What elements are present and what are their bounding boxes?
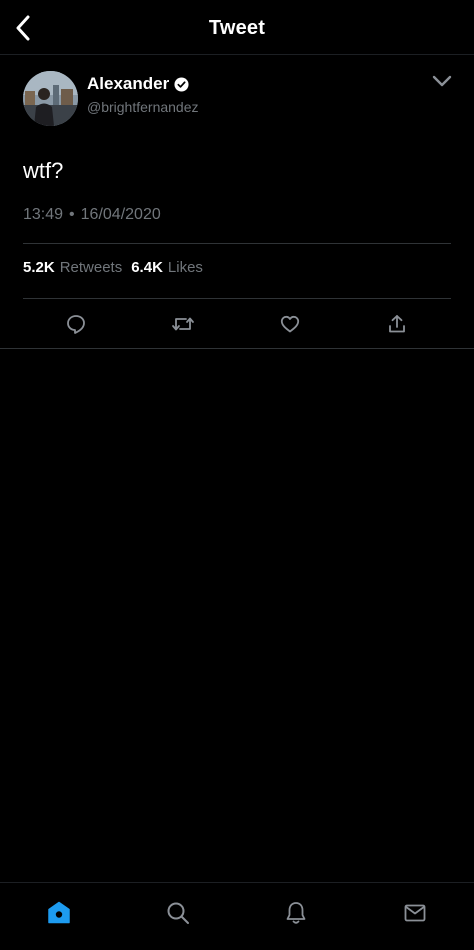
like-icon (280, 315, 300, 333)
nav-search[interactable] (164, 899, 192, 927)
page-title: Tweet (208, 17, 266, 39)
home-icon (48, 901, 70, 924)
retweets-stat[interactable]: 5.2K Retweets (23, 259, 122, 276)
retweet-icon (172, 317, 194, 331)
divider (23, 298, 451, 299)
nav-messages[interactable] (401, 899, 429, 927)
retweets-label: Retweets (59, 259, 123, 276)
chevron-down-icon (432, 75, 452, 87)
nav-notifications[interactable] (282, 899, 310, 927)
timestamp-separator: • (69, 206, 75, 223)
like-button[interactable] (277, 311, 303, 337)
retweets-count: 5.2K (23, 259, 55, 276)
author-handle[interactable]: @brightfernandez (87, 99, 199, 115)
avatar[interactable] (23, 71, 78, 126)
nav-home[interactable] (45, 899, 73, 927)
search-icon (167, 902, 189, 924)
likes-stat[interactable]: 6.4K Likes (131, 259, 203, 276)
messages-icon (404, 904, 426, 922)
author-name-text: Alexander (87, 74, 170, 93)
reply-button[interactable] (63, 311, 89, 337)
tweet-actions (0, 311, 474, 337)
share-button[interactable] (384, 311, 410, 337)
reply-icon (67, 315, 85, 334)
notifications-icon (286, 902, 306, 924)
tweet-time: 13:49 (23, 206, 64, 223)
tweet-date: 16/04/2020 (80, 206, 161, 223)
verified-badge-icon (174, 76, 189, 92)
divider (0, 348, 474, 349)
top-bar: Tweet (0, 0, 474, 55)
likes-label: Likes (167, 259, 203, 276)
tweet-text: wtf? (23, 158, 64, 183)
tweet-stats: 5.2K Retweets 6.4K Likes (23, 259, 203, 276)
more-options-button[interactable] (431, 72, 453, 90)
share-icon (389, 315, 405, 333)
author-name[interactable]: Alexander (87, 74, 189, 94)
avatar-photo (23, 71, 78, 126)
retweet-button[interactable] (170, 311, 196, 337)
bottom-nav (0, 882, 474, 950)
likes-count: 6.4K (131, 259, 163, 276)
tweet-timestamp: 13:49 • 16/04/2020 (23, 206, 161, 224)
divider (23, 243, 451, 244)
